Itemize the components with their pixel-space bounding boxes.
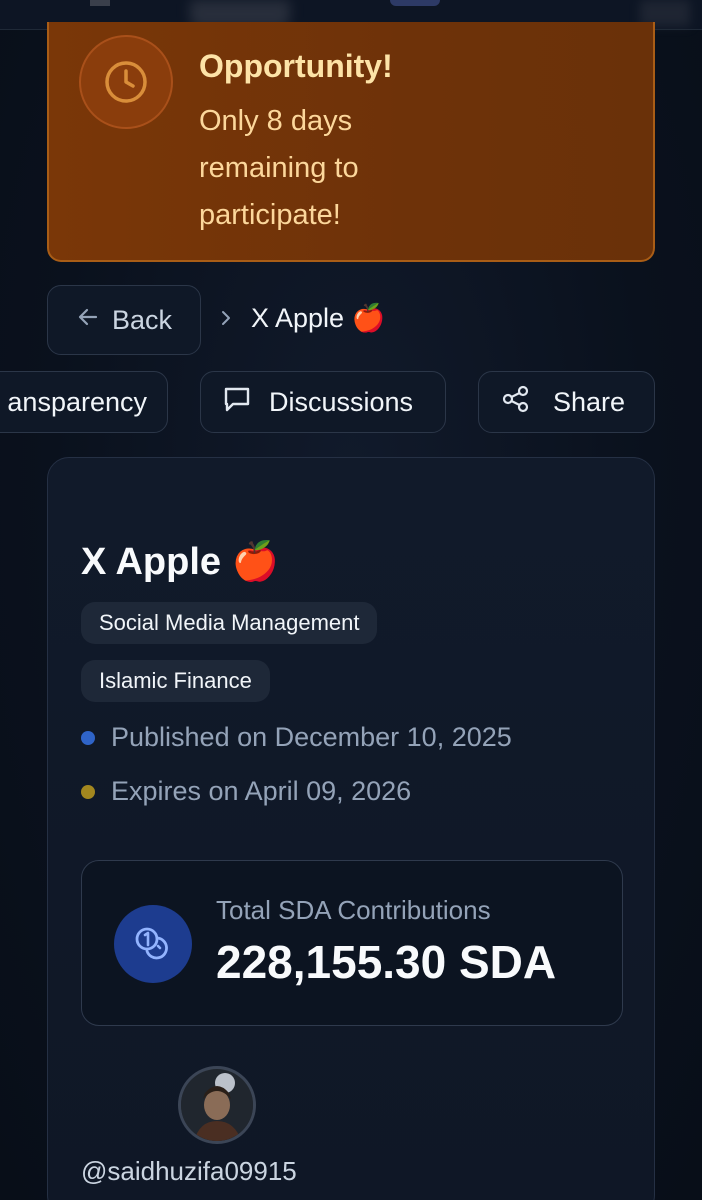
category-tag: Social Media Management <box>81 602 378 644</box>
breadcrumb: Back X Apple 🍎 <box>47 285 667 355</box>
back-label: Back <box>111 304 173 335</box>
contributions-box: Total SDA Contributions 228,155.30 SDA <box>81 860 623 1026</box>
published-date: Published on December 10, 2025 <box>81 722 512 753</box>
alert-title: Opportunity! <box>199 48 393 84</box>
action-buttons: ansparency Discussions Share <box>0 371 702 433</box>
share-button[interactable]: Share <box>478 371 655 433</box>
status-dot-icon <box>81 730 95 745</box>
campaign-card: X Apple 🍎 Social Media Management Islami… <box>47 457 655 1200</box>
opportunity-alert: Opportunity! Only 8 days remaining to pa… <box>47 22 655 262</box>
alert-message: Only 8 days remaining to participate! <box>199 105 359 231</box>
expires-text: Expires on April 09, 2026 <box>111 776 412 806</box>
category-tag: Islamic Finance <box>81 660 270 702</box>
arrow-left-icon <box>76 305 100 336</box>
chevron-right-icon <box>217 305 235 336</box>
transparency-label: ansparency <box>7 386 147 417</box>
transparency-button[interactable]: ansparency <box>0 371 168 433</box>
published-text: Published on December 10, 2025 <box>111 722 512 752</box>
coins-icon <box>114 905 192 983</box>
campaign-title: X Apple 🍎 <box>81 541 279 583</box>
clock-icon <box>79 35 173 129</box>
contributions-label: Total SDA Contributions <box>216 895 491 925</box>
message-square-icon <box>221 383 253 422</box>
avatar[interactable] <box>178 1066 256 1144</box>
back-button[interactable]: Back <box>47 285 201 355</box>
share-label: Share <box>553 386 626 417</box>
share-icon <box>501 384 531 421</box>
expiry-date: Expires on April 09, 2026 <box>81 776 411 807</box>
discussions-button[interactable]: Discussions <box>200 371 446 433</box>
breadcrumb-current: X Apple 🍎 <box>251 303 386 333</box>
page: Opportunity! Only 8 days remaining to pa… <box>0 0 702 1200</box>
discussions-label: Discussions <box>269 386 414 417</box>
contributions-value: 228,155.30 SDA <box>216 936 557 988</box>
status-dot-icon <box>81 784 95 799</box>
creator-username[interactable]: @saidhuzifa09915 <box>81 1156 297 1187</box>
